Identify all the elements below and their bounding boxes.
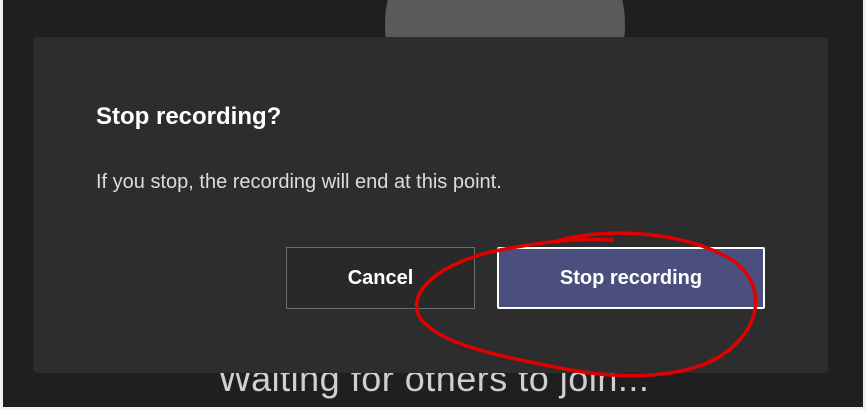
stop-recording-dialog: Stop recording? If you stop, the recordi… — [33, 37, 828, 373]
cancel-button[interactable]: Cancel — [286, 247, 475, 309]
stop-recording-button[interactable]: Stop recording — [497, 247, 765, 309]
dialog-message: If you stop, the recording will end at t… — [96, 171, 502, 193]
dialog-title: Stop recording? — [96, 103, 282, 130]
